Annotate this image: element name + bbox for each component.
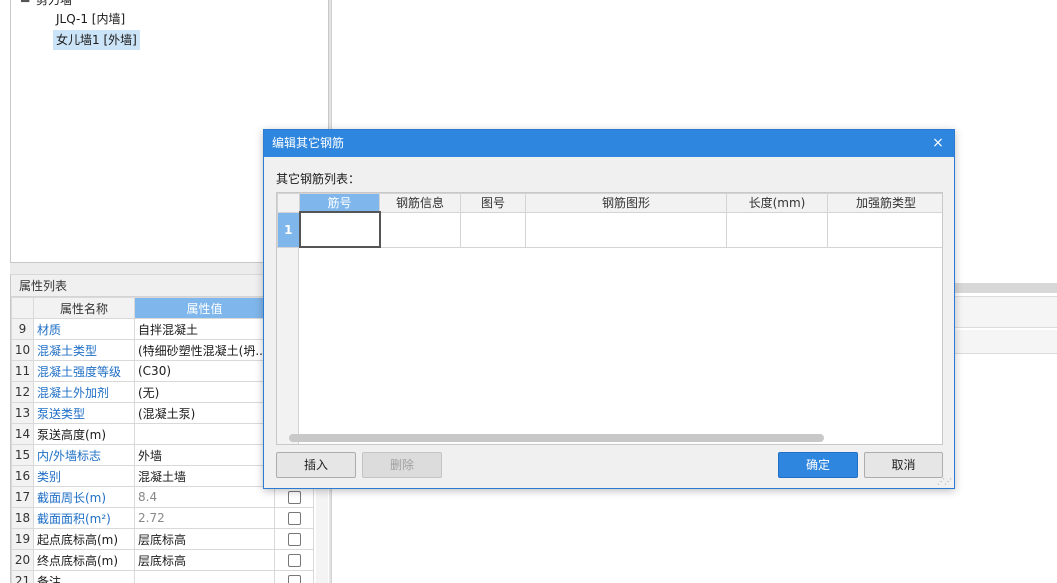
property-value[interactable]: 自拌混凝土 <box>134 318 275 340</box>
table-row[interactable]: 20 终点底标高(m) 层底标高 <box>11 549 314 571</box>
col-header-length[interactable]: 长度(mm) <box>726 193 828 213</box>
property-name: 备注 <box>33 570 135 583</box>
horizontal-scrollbar[interactable] <box>289 434 824 442</box>
col-header-rebar-info[interactable]: 钢筋信息 <box>379 193 461 213</box>
table-row[interactable]: 19 起点底标高(m) 层底标高 <box>11 528 314 550</box>
col-header-figure-number[interactable]: 图号 <box>460 193 526 213</box>
row-number-header <box>11 297 34 319</box>
right-panel-splitter[interactable] <box>955 283 1057 293</box>
row-number: 16 <box>11 465 34 487</box>
cell-rebar-info[interactable] <box>379 211 461 248</box>
row-number: 17 <box>11 486 34 508</box>
tree-collapse-icon[interactable]: ▬ <box>20 0 30 6</box>
rebar-list-label: 其它钢筋列表： <box>276 172 361 186</box>
dialog-title: 编辑其它钢筋 <box>272 136 345 150</box>
property-name: 材质 <box>33 318 135 340</box>
attach-cell <box>274 486 314 508</box>
row-header-1[interactable]: 1 <box>277 211 300 248</box>
cell-rebar-shape[interactable] <box>525 211 727 248</box>
ok-button[interactable]: 确定 <box>778 452 858 478</box>
attach-checkbox[interactable] <box>287 554 301 567</box>
dialog-titlebar[interactable]: 编辑其它钢筋 × <box>264 130 954 157</box>
attach-checkbox[interactable] <box>287 533 301 546</box>
table-row[interactable]: 17 截面周长(m) 8.4 <box>11 486 314 508</box>
delete-button[interactable]: 删除 <box>362 452 442 478</box>
property-name: 泵送类型 <box>33 402 135 424</box>
grid-corner[interactable] <box>277 193 300 213</box>
edit-other-rebar-dialog: 编辑其它钢筋 × 其它钢筋列表： 筋号 钢筋信息 图号 钢筋图形 长度(mm) … <box>263 129 955 489</box>
rebar-table: 筋号 钢筋信息 图号 钢筋图形 长度(mm) 加强筋类型 1 <box>277 193 942 248</box>
cell-bar-number[interactable] <box>298 211 381 248</box>
row-gutter <box>277 248 299 444</box>
attach-checkbox[interactable] <box>287 575 301 583</box>
property-value[interactable]: (无) <box>134 381 275 403</box>
col-header-bar-number[interactable]: 筋号 <box>299 193 380 213</box>
property-name: 类别 <box>33 465 135 487</box>
property-value[interactable]: 外墙 <box>134 444 275 466</box>
table-row[interactable]: 18 截面面积(m²) 2.72 <box>11 507 314 529</box>
attach-checkbox[interactable] <box>287 512 301 525</box>
col-header-reinforcement-type[interactable]: 加强筋类型 <box>827 193 942 213</box>
property-name: 截面面积(m²) <box>33 507 135 529</box>
property-value[interactable]: (特细砂塑性混凝土(坍... <box>134 339 275 361</box>
row-number: 12 <box>11 381 34 403</box>
attach-checkbox[interactable] <box>287 491 301 504</box>
property-value[interactable]: (混凝土泵) <box>134 402 275 424</box>
table-row: 1 <box>277 211 942 248</box>
cell-reinforcement-type[interactable] <box>827 211 942 248</box>
cell-length[interactable] <box>726 211 828 248</box>
attach-cell <box>274 507 314 529</box>
property-value[interactable]: 8.4 <box>134 486 275 508</box>
property-name: 截面周长(m) <box>33 486 135 508</box>
table-row[interactable]: 21 备注 <box>11 570 314 583</box>
property-name: 内/外墙标志 <box>33 444 135 466</box>
close-icon[interactable]: × <box>930 130 946 157</box>
resize-grip-icon[interactable]: ⋰⋰ <box>937 477 952 486</box>
row-number: 10 <box>11 339 34 361</box>
attach-cell <box>274 570 314 583</box>
property-name-header: 属性名称 <box>33 297 135 319</box>
property-value[interactable]: 混凝土墙 <box>134 465 275 487</box>
row-number: 11 <box>11 360 34 382</box>
right-panel-section <box>955 296 1057 328</box>
property-value[interactable]: (C30) <box>134 360 275 382</box>
insert-button[interactable]: 插入 <box>276 452 356 478</box>
right-panel-section-2 <box>955 330 1057 354</box>
attach-cell <box>274 549 314 571</box>
property-value[interactable]: 2.72 <box>134 507 275 529</box>
property-value-header: 属性值 <box>134 297 275 319</box>
property-name: 混凝土强度等级 <box>33 360 135 382</box>
property-name: 终点底标高(m) <box>33 549 135 571</box>
row-number: 19 <box>11 528 34 550</box>
property-value[interactable]: 层底标高 <box>134 549 275 571</box>
tree-item-parapet[interactable]: 女儿墙1 [外墙] <box>53 30 140 50</box>
attach-cell <box>274 528 314 550</box>
cell-figure-number[interactable] <box>460 211 526 248</box>
cancel-button[interactable]: 取消 <box>864 452 943 478</box>
property-value[interactable]: 层底标高 <box>134 528 275 550</box>
property-name: 混凝土外加剂 <box>33 381 135 403</box>
rebar-grid: 筋号 钢筋信息 图号 钢筋图形 长度(mm) 加强筋类型 1 <box>276 192 943 445</box>
row-number: 18 <box>11 507 34 529</box>
row-number: 21 <box>11 570 34 583</box>
row-number: 15 <box>11 444 34 466</box>
row-number: 13 <box>11 402 34 424</box>
property-name: 混凝土类型 <box>33 339 135 361</box>
property-name: 泵送高度(m) <box>33 423 135 445</box>
property-name: 起点底标高(m) <box>33 528 135 550</box>
tree-item-jlq1[interactable]: JLQ-1 [内墙] <box>53 9 128 29</box>
row-number: 14 <box>11 423 34 445</box>
row-number: 20 <box>11 549 34 571</box>
property-value[interactable] <box>134 423 275 445</box>
property-value[interactable] <box>134 570 275 583</box>
col-header-rebar-shape[interactable]: 钢筋图形 <box>525 193 727 213</box>
row-number: 9 <box>11 318 34 340</box>
